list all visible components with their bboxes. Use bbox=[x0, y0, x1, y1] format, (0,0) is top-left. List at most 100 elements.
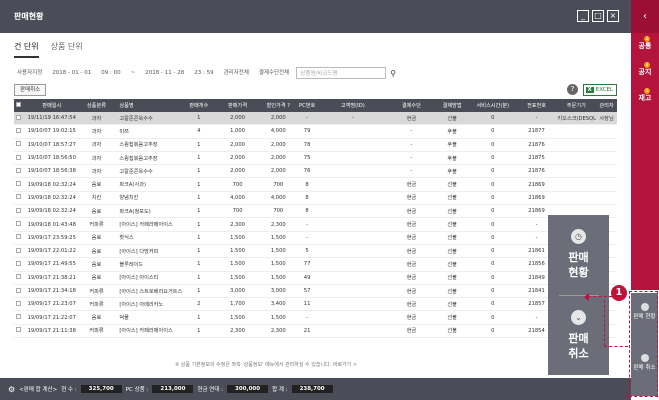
table-row[interactable]: 19/10/07 18:56:38 과자 고칼준콘옥수수 1 2,000 2,000 76 -… bbox=[14, 165, 617, 179]
table-row[interactable]: 19/09/18 02:32:24 음료 파크A(청포도) 1 700 700 8 현금 선불 0… bbox=[14, 205, 617, 219]
table-cell: 후불 bbox=[447, 142, 457, 149]
table-cell: 21876 bbox=[528, 141, 545, 148]
table-row[interactable]: 19/09/18 01:43:48 커피류 [아이스] 카페라떼아이스 1 2,300 2… bbox=[14, 218, 617, 232]
etc-label: 현금 연대 : bbox=[197, 387, 224, 393]
excel-export-button[interactable]: X EXCEL bbox=[582, 84, 617, 96]
highlight-box bbox=[629, 291, 658, 397]
row-checkbox[interactable] bbox=[14, 102, 24, 109]
column-header: 관리자 bbox=[599, 103, 614, 109]
period-select[interactable]: 사용자지정 bbox=[14, 67, 45, 79]
row-checkbox[interactable] bbox=[14, 247, 24, 255]
checkbox[interactable] bbox=[16, 300, 22, 306]
table-row[interactable]: 19/09/17 22:01:22 음료 [아이스] 다방커피 1 1,500 1,500… bbox=[14, 245, 617, 259]
checkbox[interactable] bbox=[16, 274, 22, 280]
table-cell: 과자 bbox=[91, 115, 102, 122]
checkbox[interactable] bbox=[16, 167, 22, 173]
right-nav-item-notice[interactable]: 2 공지 bbox=[631, 59, 659, 85]
settings-icon[interactable]: ⚙ bbox=[8, 385, 15, 394]
table-cell: 현금 bbox=[406, 261, 417, 268]
tab-by-transaction[interactable]: 건 단위 bbox=[14, 41, 39, 58]
table-cell: 19/09/18 02:32:24 bbox=[27, 208, 76, 215]
row-checkbox[interactable] bbox=[14, 141, 24, 148]
row-checkbox[interactable] bbox=[14, 154, 24, 162]
sale-cancel-button[interactable]: 판매취소 bbox=[14, 84, 47, 96]
row-checkbox[interactable] bbox=[14, 300, 24, 308]
tab-by-product[interactable]: 상품 단위 bbox=[51, 41, 83, 58]
row-checkbox[interactable] bbox=[14, 234, 24, 241]
manager-select[interactable]: 관리자전체 bbox=[221, 67, 252, 79]
row-checkbox[interactable] bbox=[14, 207, 24, 215]
table-row[interactable]: 19/09/17 23:59:25 음료 핫식스 1 1,500 1,500- 현금 선불 0- bbox=[14, 232, 617, 245]
checkbox[interactable] bbox=[16, 327, 22, 333]
table-row[interactable]: 19/10/07 18:57:27 과자 스윙칩볶음고추장 1 2,000 2,000 78… bbox=[14, 139, 617, 152]
row-checkbox[interactable] bbox=[14, 314, 24, 321]
table-cell: 파크A(사과) bbox=[119, 182, 147, 189]
date-to-input[interactable]: 2018 - 11 - 28 bbox=[142, 67, 187, 79]
checkbox[interactable] bbox=[16, 314, 22, 320]
table-row[interactable]: 19/09/17 21:34:18 커피류 [아이스] 스트로베리요거트스... 1 3… bbox=[14, 285, 617, 299]
search-icon[interactable]: ⚲ bbox=[390, 69, 396, 78]
checkbox[interactable] bbox=[16, 102, 22, 107]
table-cell: 1 bbox=[197, 168, 201, 175]
search-input[interactable]: 상품명/바코드명 bbox=[296, 67, 387, 79]
row-checkbox[interactable] bbox=[14, 274, 24, 281]
row-checkbox[interactable] bbox=[14, 221, 24, 228]
row-checkbox[interactable] bbox=[14, 127, 24, 135]
callout-line bbox=[604, 300, 605, 346]
table-row[interactable]: 19/09/18 02:32:24 치킨 양념치킨 1 4,000 4,000 8 현금 선불 0… bbox=[14, 192, 617, 206]
tab-bar: 건 단위 상품 단위 bbox=[14, 41, 83, 58]
cash-value: 325,700 bbox=[80, 385, 122, 393]
row-checkbox[interactable] bbox=[14, 181, 24, 188]
row-checkbox[interactable] bbox=[14, 327, 24, 334]
row-checkbox[interactable] bbox=[14, 167, 24, 175]
checkbox[interactable] bbox=[16, 114, 22, 120]
checkbox[interactable] bbox=[16, 247, 22, 253]
table-row[interactable]: 19/09/17 21:23:07 커피류 [아이스] 아메리카노 2 1,700 3,4… bbox=[14, 298, 617, 312]
maximize-button[interactable]: □ bbox=[592, 10, 604, 22]
table-cell: 과자 bbox=[91, 155, 102, 162]
table-row[interactable]: 19/09/17 21:22:07 음료 덕풀 1 1,500 1,500- 현금 선불 0- bbox=[14, 311, 617, 325]
row-checkbox[interactable] bbox=[14, 194, 24, 201]
table-cell: 커피류 bbox=[89, 288, 104, 295]
column-header: 할인가격 ? bbox=[266, 103, 291, 109]
checkbox[interactable] bbox=[16, 260, 22, 266]
checkbox[interactable] bbox=[16, 127, 22, 133]
table-cell: - bbox=[306, 234, 309, 241]
row-checkbox[interactable] bbox=[14, 287, 24, 295]
time-from-input[interactable]: 09 : 00 bbox=[98, 67, 123, 79]
table-row[interactable]: 19/09/18 02:32:24 음료 파크A(사과) 1 700 700 8 현금 선불 0 2… bbox=[14, 178, 617, 192]
row-checkbox[interactable] bbox=[14, 114, 24, 122]
table-cell: 0 bbox=[491, 181, 495, 188]
checkbox[interactable] bbox=[16, 141, 22, 147]
right-nav-item-stock[interactable]: 1 재고 bbox=[631, 85, 659, 111]
checkbox[interactable] bbox=[16, 154, 22, 160]
table-cell: 8 bbox=[305, 181, 309, 188]
table-row[interactable]: 19/09/17 21:49:55 음료 블루레이드 1 1,500 1,500 77 현금 선… bbox=[14, 258, 617, 272]
date-from-input[interactable]: 2018 - 01 - 01 bbox=[49, 67, 94, 79]
checkbox[interactable] bbox=[16, 287, 22, 293]
table-row[interactable]: 19/09/17 21:11:38 커피류 [아이스] 카페라떼아이스 1 2,300 2… bbox=[14, 325, 617, 339]
time-to-input[interactable]: 23 : 59 bbox=[191, 67, 216, 79]
checkbox[interactable] bbox=[16, 194, 22, 200]
checkbox[interactable] bbox=[16, 234, 22, 240]
help-icon[interactable]: ? bbox=[567, 84, 578, 95]
checkbox[interactable] bbox=[16, 221, 22, 227]
table-cell: 1,500 bbox=[270, 248, 286, 255]
checkbox[interactable] bbox=[16, 207, 22, 213]
row-checkbox[interactable] bbox=[14, 260, 24, 268]
table-cell: 현금 bbox=[406, 248, 417, 255]
close-button[interactable]: × bbox=[607, 10, 619, 22]
collapse-chevron-icon[interactable]: ‹ bbox=[631, 0, 659, 33]
table-cell: 2,000 bbox=[270, 115, 286, 122]
right-nav-item-common[interactable]: 1 공통 bbox=[631, 33, 659, 59]
payment-select[interactable]: 결제수단전체 bbox=[256, 67, 292, 79]
table-row[interactable]: 19/10/07 19:02:15 과자 미쯔 4 1,000 4,000 79 - 후불 0 21… bbox=[14, 125, 617, 139]
table-cell: - bbox=[535, 115, 538, 122]
minimize-button[interactable]: _ bbox=[577, 10, 589, 22]
table-row[interactable]: 19/11/19 16:47:54 과자 고칼준콘옥수수 1 2,000 2,000 - - 현… bbox=[14, 112, 617, 126]
table-row[interactable]: 19/10/07 18:56:50 과자 스윙칩볶음고추장 1 2,000 2,000 75… bbox=[14, 152, 617, 166]
table-cell: 76 bbox=[303, 168, 311, 175]
checkbox[interactable] bbox=[16, 181, 22, 187]
table-cell: 700 bbox=[273, 181, 284, 188]
table-row[interactable]: 19/09/17 21:38:21 음료 [아이스] 아이스티 1 1,500 1,500… bbox=[14, 272, 617, 285]
